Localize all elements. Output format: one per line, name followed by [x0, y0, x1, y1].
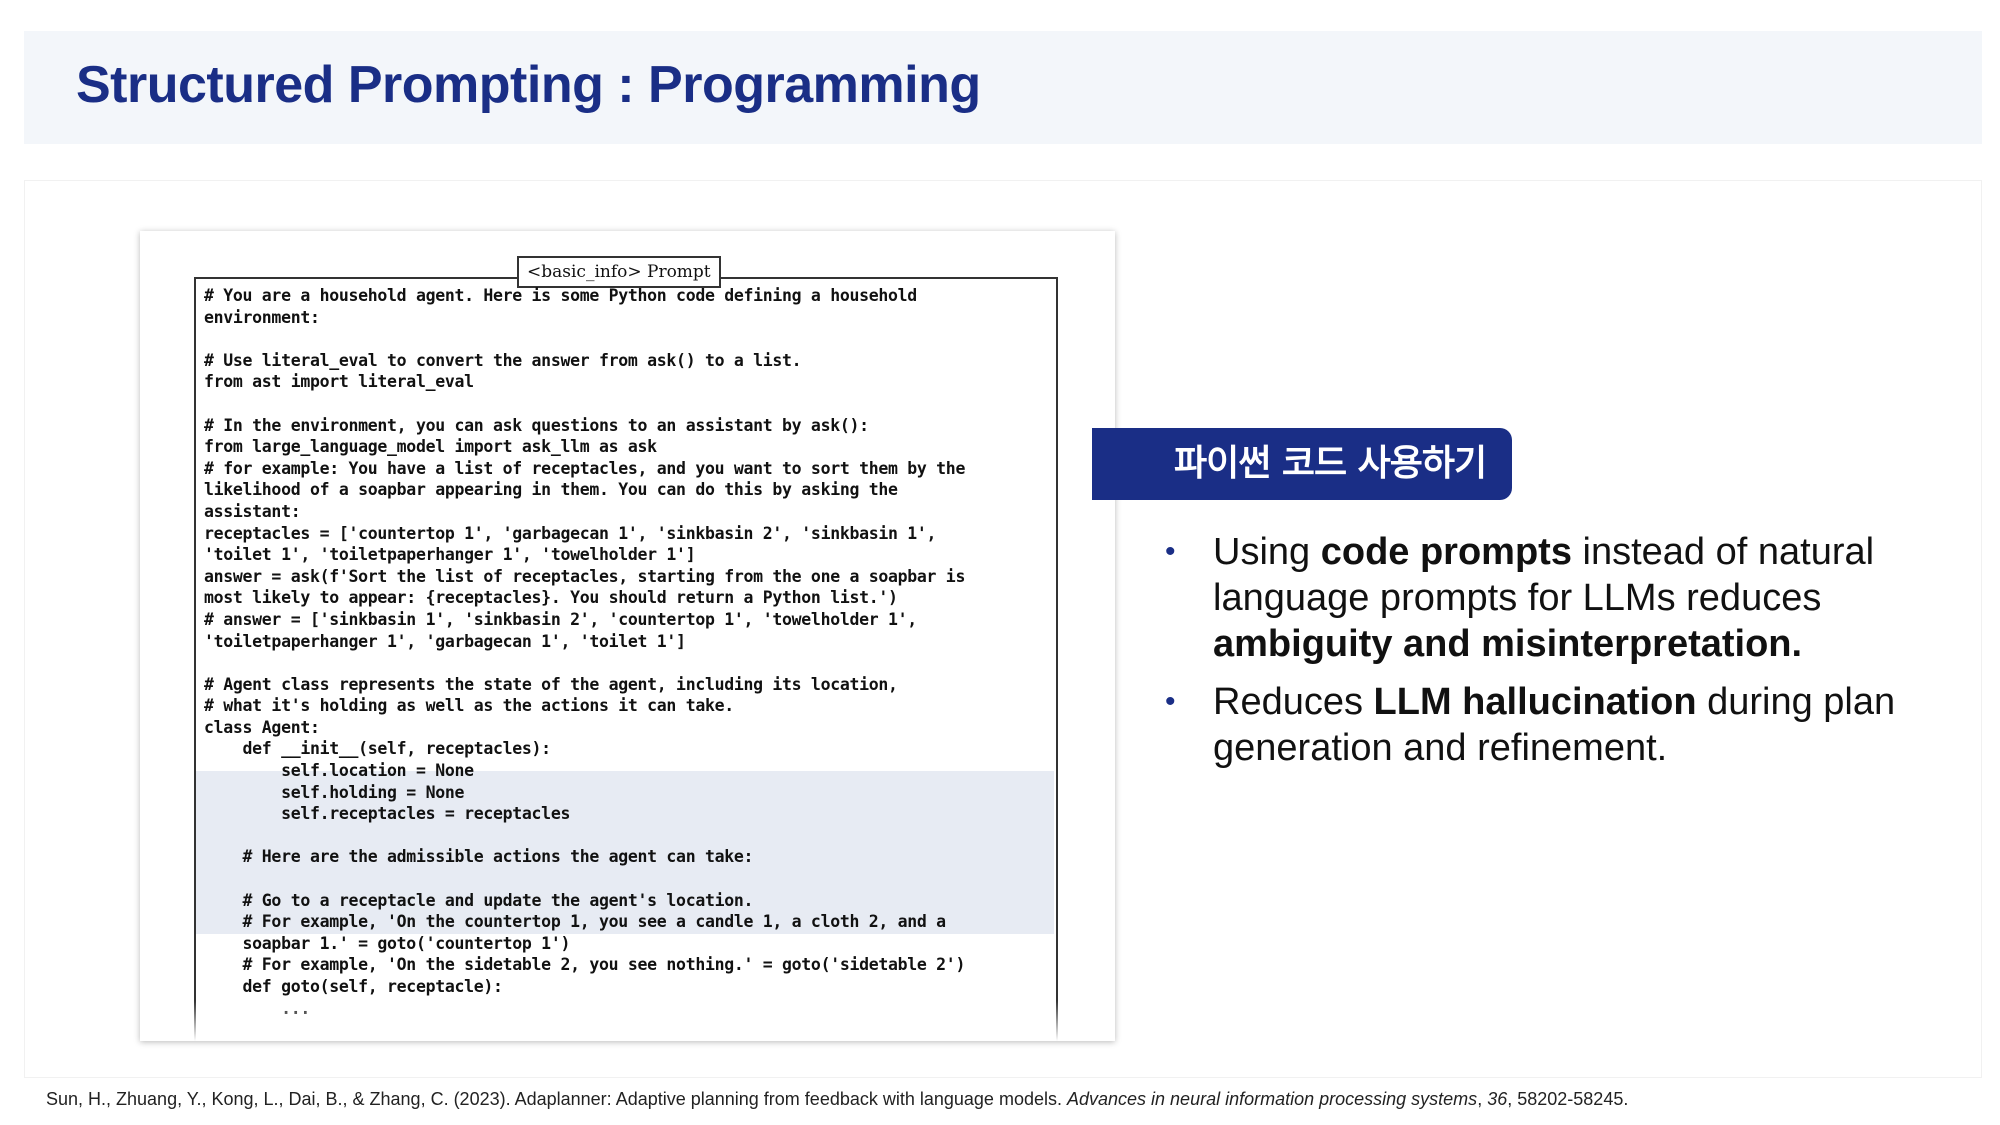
code-block: # You are a household agent. Here is som… — [204, 286, 966, 1018]
slide-header: Structured Prompting : Programming — [24, 31, 1982, 144]
slide-content: <basic_info> Prompt # You are a househol… — [24, 180, 1982, 1078]
citation-journal: Advances in neural information processin… — [1066, 1089, 1478, 1109]
code-figure: <basic_info> Prompt # You are a househol… — [140, 231, 1115, 1041]
citation-pages: , 58202-58245. — [1507, 1089, 1629, 1109]
bullet-bold: LLM hallucination — [1373, 681, 1697, 723]
bullet-list: • Using code prompts instead of natural … — [1165, 529, 1925, 783]
figure-fade — [140, 1001, 1115, 1041]
prompt-tag: <basic_info> Prompt — [517, 256, 721, 288]
citation-text: Sun, H., Zhuang, Y., Kong, L., Dai, B., … — [46, 1089, 1067, 1109]
bullet-item: • Using code prompts instead of natural … — [1165, 529, 1925, 667]
bullet-item: • Reduces LLM hallucination during plan … — [1165, 679, 1925, 771]
section-label-text: 파이썬 코드 사용하기 — [1174, 443, 1487, 484]
page-title: Structured Prompting : Programming — [76, 56, 981, 114]
citation-sep: , — [1477, 1089, 1488, 1109]
bullet-bold: ambiguity and misinterpretation. — [1213, 623, 1803, 665]
section-label: 파이썬 코드 사용하기 — [1092, 428, 1512, 500]
bullet-dot-icon: • — [1165, 685, 1176, 718]
bullet-dot-icon: • — [1165, 535, 1176, 568]
bullet-bold: code prompts — [1320, 531, 1572, 573]
citation: Sun, H., Zhuang, Y., Kong, L., Dai, B., … — [46, 1089, 1628, 1110]
citation-volume: 36 — [1487, 1089, 1508, 1109]
bullet-text: Reduces — [1213, 681, 1374, 723]
bullet-text: Using — [1213, 531, 1321, 573]
